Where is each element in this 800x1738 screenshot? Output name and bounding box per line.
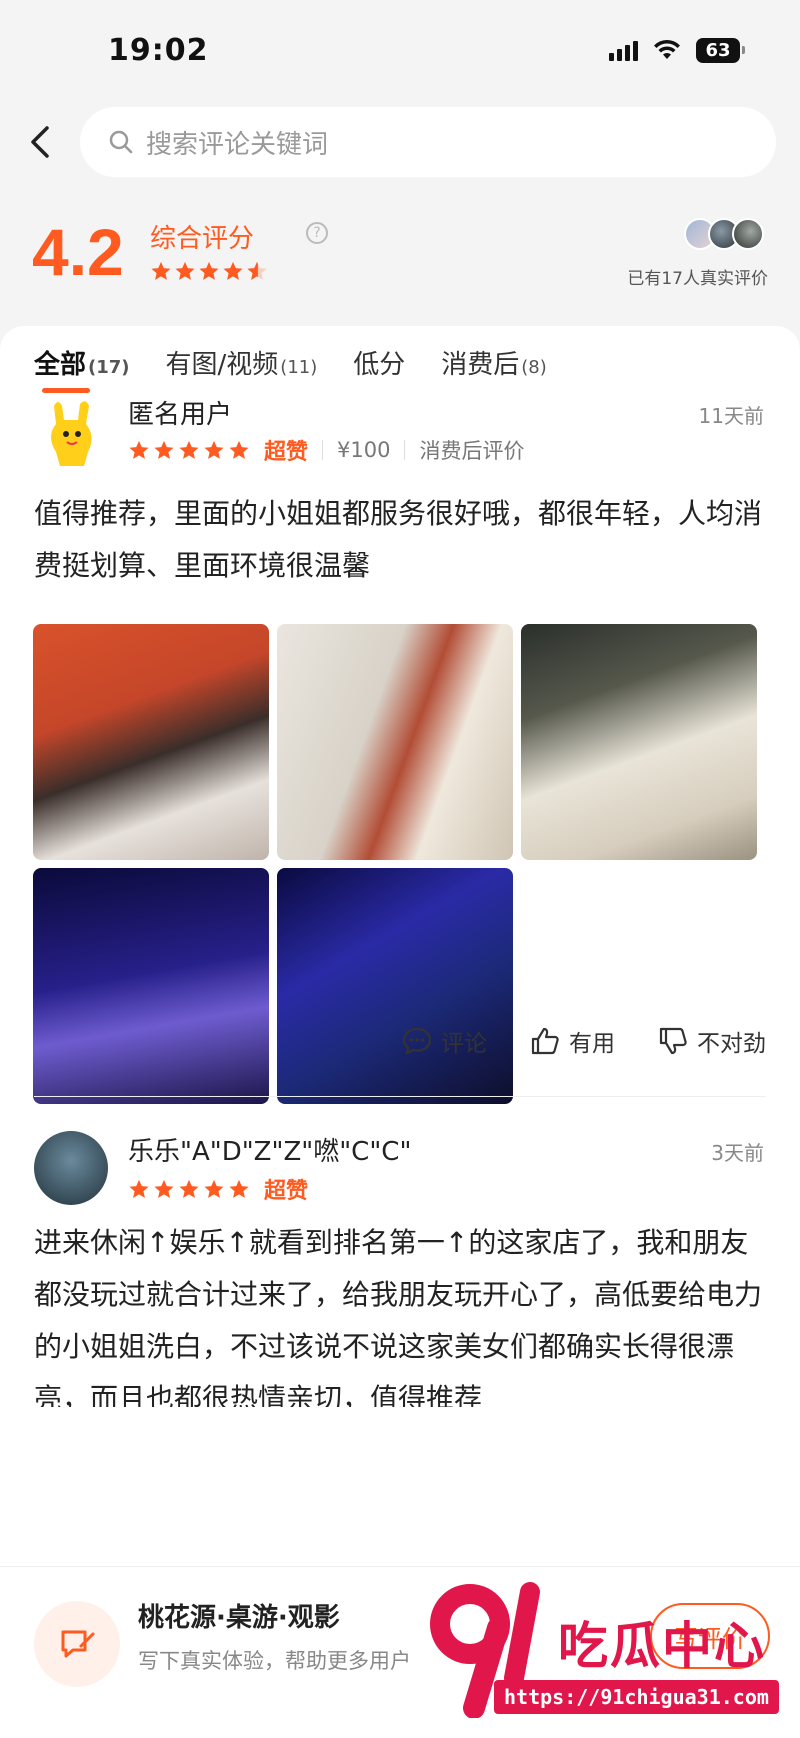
edit-review-icon[interactable] (34, 1601, 120, 1687)
review-photo[interactable] (33, 624, 269, 860)
useful-button[interactable]: 有用 (529, 1024, 615, 1058)
half-star-icon (247, 261, 267, 280)
reviews-panel: 全部 (17) 有图/视频 (11) 低分 消费后 (8) 匿名用户 11天前 超赞 … (0, 326, 800, 1566)
tab-with-media[interactable]: 有图/视频 (11) (166, 344, 318, 381)
star-icon (229, 440, 249, 459)
help-icon[interactable]: ? (306, 222, 328, 244)
thumbs-up-icon (531, 1027, 559, 1055)
reviewer-name[interactable]: 匿名用户 (128, 394, 232, 431)
watermark-logo-text: 吃瓜中心 (558, 1617, 766, 1675)
write-review-hint: 写下真实体验，帮助更多用户 (138, 1649, 411, 1673)
shop-name: 桃花源·桌游·观影 (138, 1603, 340, 1633)
search-placeholder: 搜索评论关键词 (146, 129, 329, 160)
avatar (34, 396, 108, 470)
search-input[interactable]: 搜索评论关键词 (80, 107, 776, 177)
tab-low-score[interactable]: 低分 (353, 344, 405, 381)
review-meta: 超赞 ¥100 消费后评价 (128, 434, 524, 466)
star-icon (179, 440, 199, 459)
status-bar: 19:02 63 (0, 0, 800, 100)
star-icon (129, 440, 149, 459)
watermark: 吃瓜中心 https://91chigua31.com (430, 1578, 780, 1728)
search-icon (109, 130, 133, 154)
review-time: 11天前 (698, 404, 764, 428)
review-text[interactable]: 值得推荐，里面的小姐姐都服务很好哦，都很年轻，人均消费挺划算、里面环境很温馨 (34, 488, 764, 592)
chat-edit-icon (61, 1630, 95, 1658)
comment-button[interactable]: 评论 (401, 1024, 487, 1058)
rating-count: 已有17人真实评价 (627, 269, 768, 289)
review-meta: 超赞 (128, 1173, 308, 1205)
back-button[interactable] (0, 106, 80, 178)
status-time: 19:02 (108, 32, 209, 68)
praise-badge: 超赞 (264, 1179, 309, 1204)
review-stars (128, 439, 250, 461)
review-item: 乐乐"A"D"Z"Z"嘫"C"C" 3天前 超赞 进来休闲↑娱乐↑就看到排名第一… (34, 1096, 766, 1566)
tab-after-purchase[interactable]: 消费后 (8) (441, 344, 547, 381)
reviewer-name[interactable]: 乐乐"A"D"Z"Z"嘫"C"C" (128, 1131, 411, 1168)
star-icon (151, 261, 171, 280)
review-stars (128, 1178, 250, 1200)
review-text[interactable]: 进来休闲↑娱乐↑就看到排名第一↑的这家店了，我和朋友都没玩过就合计过来了，给我朋… (34, 1217, 764, 1407)
watermark-url: https://91chigua31.com (494, 1680, 779, 1714)
star-icon (154, 1179, 174, 1198)
divider (404, 440, 406, 460)
thumbs-down-icon (659, 1027, 687, 1055)
praise-badge: 超赞 (264, 440, 309, 465)
review-price: ¥100 (337, 438, 391, 462)
star-icon (223, 261, 243, 280)
review-photo[interactable] (277, 868, 513, 1104)
star-icon (204, 440, 224, 459)
star-icon (175, 261, 195, 280)
star-icon (204, 1179, 224, 1198)
avatar (732, 218, 764, 250)
back-arrow-icon (31, 126, 49, 158)
reviewer-avatars (684, 218, 764, 250)
star-icon (229, 1179, 249, 1198)
filter-tabs: 全部 (17) 有图/视频 (11) 低分 消费后 (8) (34, 344, 547, 393)
comment-icon (402, 1027, 432, 1055)
tab-all[interactable]: 全部 (17) (34, 344, 130, 393)
divider (322, 440, 324, 460)
star-icon (179, 1179, 199, 1198)
review-photo[interactable] (33, 868, 269, 1104)
overall-score: 4.2 (32, 215, 124, 289)
avatar (34, 1131, 108, 1205)
overall-stars (150, 260, 268, 282)
star-icon (154, 440, 174, 459)
wifi-icon (654, 39, 680, 59)
review-actions: 评论 有用 不对劲 (401, 1024, 766, 1058)
signal-icon (609, 39, 638, 61)
rating-summary: 4.2 综合评分 ? 已有17人真实评价 (32, 212, 772, 302)
battery-icon: 63 (696, 37, 745, 63)
review-time: 3天前 (711, 1141, 764, 1165)
review-item: 匿名用户 11天前 超赞 ¥100 消费后评价 值得推荐，里面的小姐姐都服务很好… (0, 392, 800, 1104)
status-icons: 63 (609, 37, 745, 63)
review-tag: 消费后评价 (419, 439, 525, 463)
star-icon (129, 1179, 149, 1198)
rating-label: 综合评分 (150, 224, 255, 254)
report-button[interactable]: 不对劲 (657, 1024, 766, 1058)
review-photo[interactable] (521, 624, 757, 860)
search-row: 搜索评论关键词 (0, 106, 800, 178)
star-icon (199, 261, 219, 280)
review-photo[interactable] (277, 624, 513, 860)
